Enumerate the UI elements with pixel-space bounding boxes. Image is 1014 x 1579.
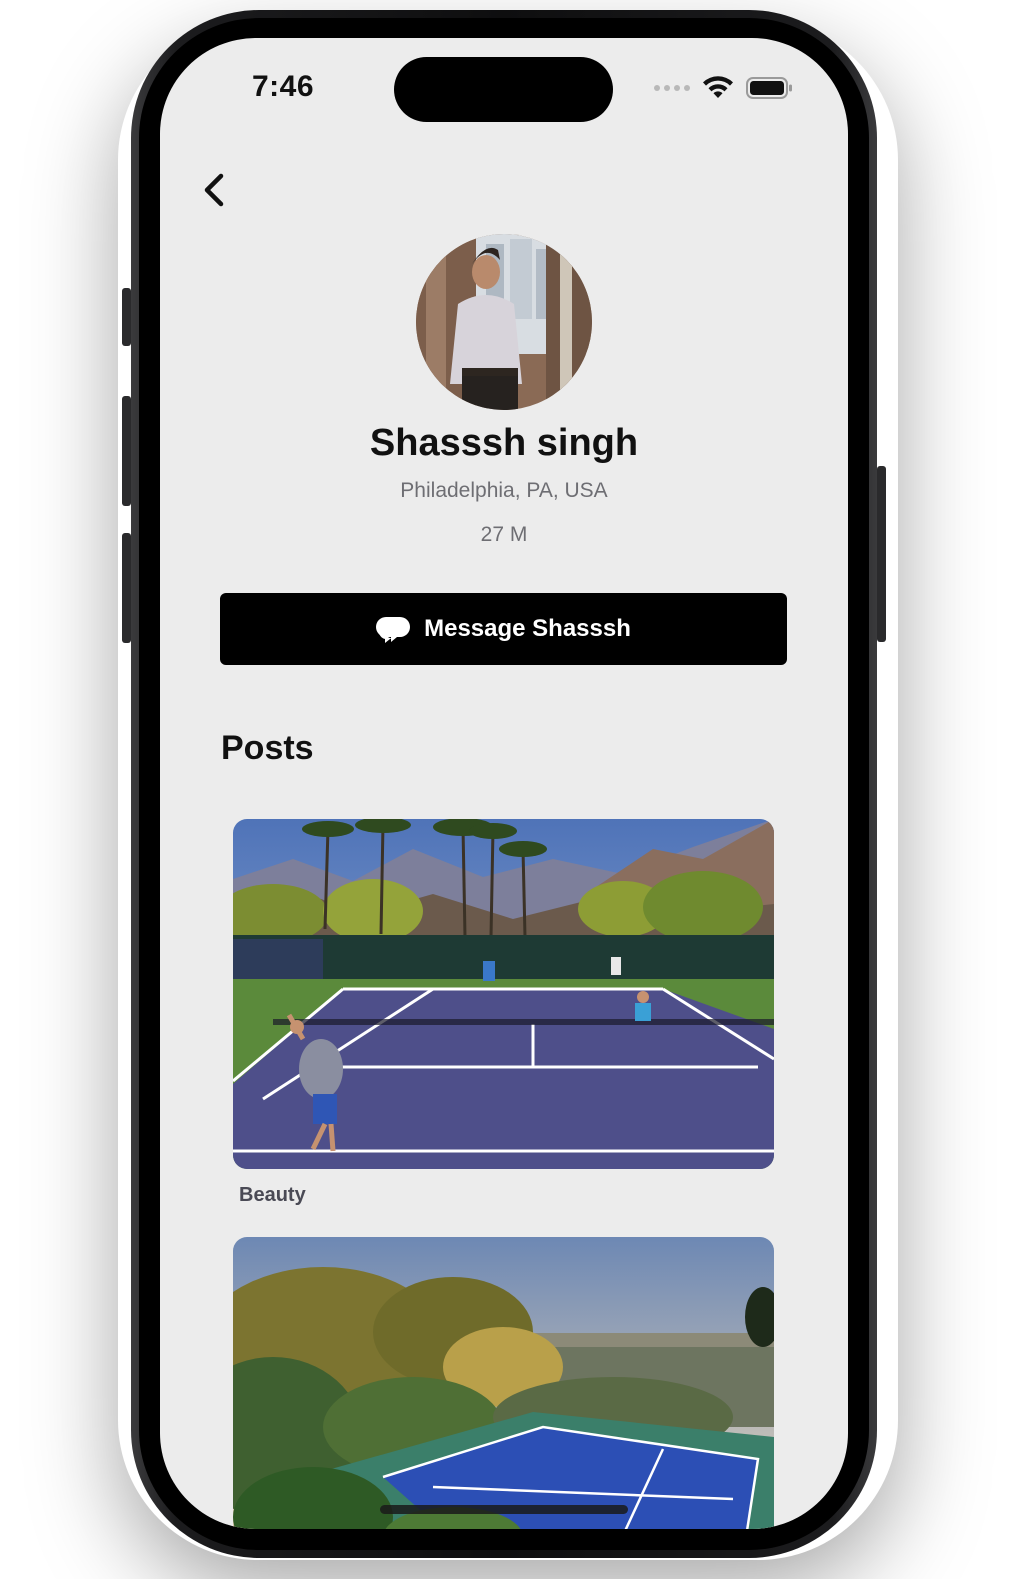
app-screen: 7:46 Shasssh singh Philadelphia, PA, USA… bbox=[160, 38, 848, 1529]
post-image-tennis-desert[interactable] bbox=[233, 819, 774, 1169]
volume-up-button bbox=[122, 396, 131, 506]
back-button[interactable] bbox=[196, 168, 240, 212]
profile-name: Shasssh singh bbox=[369, 422, 639, 464]
avatar bbox=[416, 234, 592, 410]
posts-heading: Posts bbox=[221, 729, 314, 767]
status-time: 7:46 bbox=[252, 70, 315, 103]
wifi-icon bbox=[703, 76, 733, 98]
message-button[interactable]: Message Shasssh bbox=[220, 593, 787, 665]
power-button bbox=[877, 466, 886, 642]
post-caption: Beauty bbox=[239, 1184, 306, 1206]
post-image-tennis-hillside[interactable] bbox=[233, 1237, 774, 1529]
volume-down-button bbox=[122, 533, 131, 643]
profile-age-sex: 27 M bbox=[480, 523, 528, 546]
chat-bubbles-icon bbox=[376, 617, 411, 643]
chevron-left-icon bbox=[204, 173, 224, 207]
action-button bbox=[122, 288, 131, 346]
dynamic-island bbox=[394, 57, 613, 122]
status-icons bbox=[654, 76, 794, 100]
profile-location: Philadelphia, PA, USA bbox=[400, 479, 608, 502]
home-indicator[interactable] bbox=[380, 1505, 628, 1514]
battery-icon bbox=[746, 77, 792, 99]
signal-dots-icon bbox=[654, 85, 690, 91]
message-button-label: Message Shasssh bbox=[424, 615, 631, 642]
